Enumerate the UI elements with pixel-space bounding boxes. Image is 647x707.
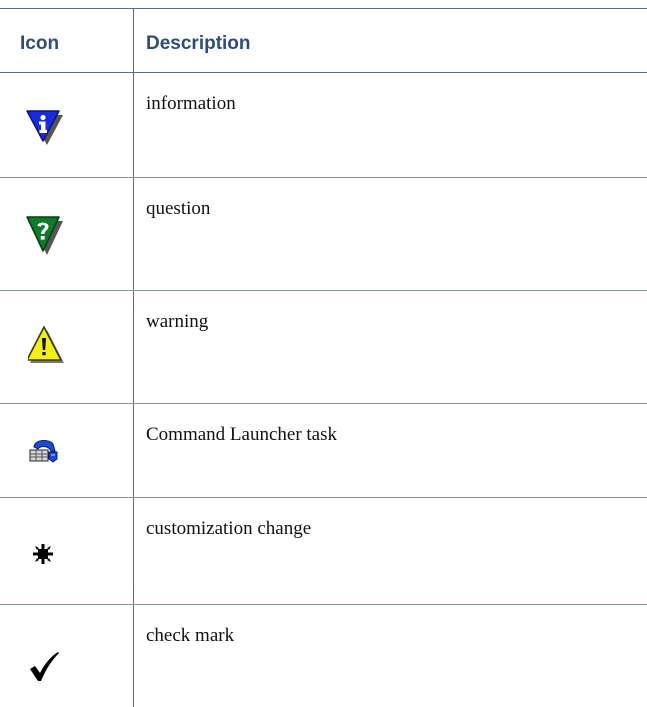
table-row: Command Launcher task	[0, 404, 647, 498]
row-description: customization change	[146, 518, 312, 539]
header-icon: Icon	[20, 33, 60, 54]
header-description: Description	[146, 33, 251, 54]
row-description: question	[146, 198, 211, 219]
table-row: information	[0, 73, 647, 178]
customization-change-icon	[32, 543, 54, 570]
row-description: Command Launcher task	[146, 424, 338, 445]
row-description: information	[146, 93, 236, 114]
row-description: check mark	[146, 625, 235, 646]
command-launcher-task-icon	[28, 437, 60, 470]
check-mark-icon	[28, 651, 60, 688]
table-row: question	[0, 178, 647, 291]
table-row: customization change	[0, 498, 647, 605]
table-row: warning	[0, 291, 647, 404]
table-header-row: Icon Description	[0, 9, 647, 72]
warning-icon	[26, 324, 64, 371]
table-row: check mark	[0, 605, 647, 707]
information-icon	[24, 107, 64, 152]
row-description: warning	[146, 311, 209, 332]
question-icon	[24, 213, 64, 262]
